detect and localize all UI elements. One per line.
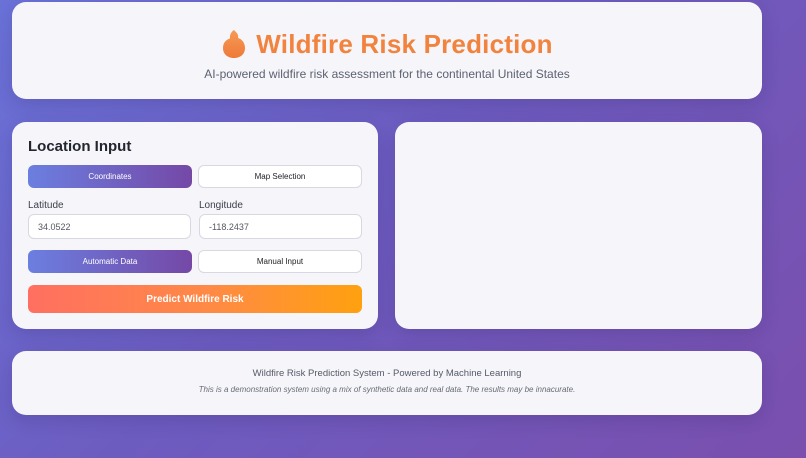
latitude-label: Latitude [28, 200, 64, 211]
page-title: Wildfire Risk Prediction [256, 28, 553, 59]
flame-icon [223, 30, 246, 58]
footer-card: Wildfire Risk Prediction System - Powere… [12, 351, 762, 415]
results-panel [395, 122, 762, 329]
map-selection-tab-button[interactable]: Map Selection [198, 165, 362, 188]
manual-input-tab-button[interactable]: Manual Input [198, 250, 362, 273]
coordinates-tab-button[interactable]: Coordinates [28, 165, 192, 188]
longitude-label: Longitude [199, 200, 243, 211]
footer-text: Wildfire Risk Prediction System - Powere… [252, 368, 522, 379]
location-input-card: Location Input Coordinates Map Selection… [12, 122, 378, 329]
latitude-input[interactable] [28, 214, 191, 239]
title-row: Wildfire Risk Prediction [12, 26, 762, 62]
header-card: Wildfire Risk Prediction AI-powered wild… [12, 2, 762, 99]
footer-disclaimer: This is a demonstration system using a m… [198, 385, 576, 394]
page-subtitle: AI-powered wildfire risk assessment for … [204, 67, 570, 81]
location-input-heading: Location Input [28, 138, 132, 155]
longitude-input[interactable] [199, 214, 362, 239]
predict-wildfire-risk-button[interactable]: Predict Wildfire Risk [28, 285, 362, 313]
automatic-data-tab-button[interactable]: Automatic Data [28, 250, 192, 273]
